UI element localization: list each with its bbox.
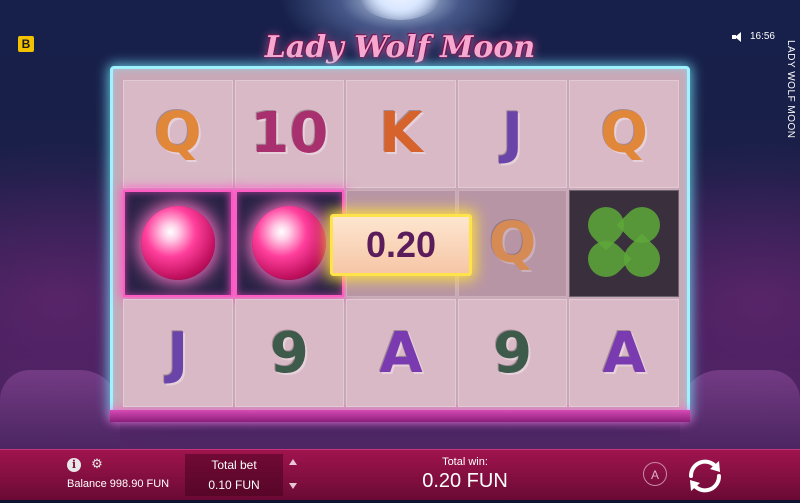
reel-cell: Q <box>457 189 568 298</box>
winning-cell <box>234 189 345 298</box>
status-area: 16:56 <box>731 31 775 42</box>
total-win-value: 0.20 FUN <box>422 470 508 492</box>
reel-frame-base <box>110 410 690 422</box>
pink-orb-icon <box>252 206 327 281</box>
total-bet-label: Total bet <box>211 458 257 472</box>
symbol-9: 9 <box>269 320 309 386</box>
left-rocks <box>0 370 120 450</box>
info-icon[interactable]: i <box>67 458 81 472</box>
total-bet-box: Total bet 0.10 FUN <box>185 454 283 496</box>
reel-cell: 9 <box>234 299 345 407</box>
reel-cell: 10 <box>234 80 345 188</box>
bet-decrease-icon[interactable] <box>289 483 297 489</box>
clock: 16:56 <box>749 31 775 42</box>
symbol-10: 10 <box>250 101 329 167</box>
symbol-j: J <box>167 320 189 386</box>
right-rocks <box>680 370 800 450</box>
symbol-a: A <box>602 320 646 386</box>
symbol-q: Q <box>488 210 537 276</box>
total-bet-value: 0.10 FUN <box>208 478 260 492</box>
reel-cell: J <box>123 299 233 407</box>
total-win: Total win: 0.20 FUN <box>400 456 530 493</box>
autoplay-button[interactable]: A <box>643 462 667 486</box>
balance: Balance 998.90 FUN <box>67 478 170 490</box>
symbol-9: 9 <box>493 320 533 386</box>
reel-cell: A <box>569 299 679 407</box>
vertical-game-title: LADY WOLF MOON <box>785 40 796 139</box>
reel-cell: Q <box>569 80 679 188</box>
gear-icon[interactable]: ⚙ <box>90 457 104 471</box>
line-win-amount: 0.20 <box>330 214 472 276</box>
clover-icon <box>580 200 668 285</box>
bottom-bar: i ⚙ Balance 998.90 FUN Total bet 0.10 FU… <box>0 449 800 500</box>
symbol-k: K <box>379 101 423 167</box>
symbol-a: A <box>379 320 423 386</box>
symbol-q: Q <box>153 101 202 167</box>
reel-cell: J <box>457 80 568 188</box>
winning-cell <box>123 189 233 298</box>
spin-button[interactable] <box>683 454 727 498</box>
reel-cell: 9 <box>457 299 568 407</box>
reel-cell: Q <box>123 80 233 188</box>
game-title: Lady Wolf Moon <box>264 30 536 65</box>
pink-orb-icon <box>140 206 215 281</box>
symbol-q: Q <box>600 101 648 167</box>
speaker-icon[interactable] <box>731 31 744 42</box>
symbol-j: J <box>502 101 524 167</box>
reel-cell: A <box>346 299 456 407</box>
bet-increase-icon[interactable] <box>289 459 297 465</box>
spin-arrows-icon <box>688 459 722 493</box>
total-win-label: Total win: <box>442 456 488 468</box>
reel-cell: K <box>346 80 456 188</box>
reel-cell <box>569 189 679 298</box>
